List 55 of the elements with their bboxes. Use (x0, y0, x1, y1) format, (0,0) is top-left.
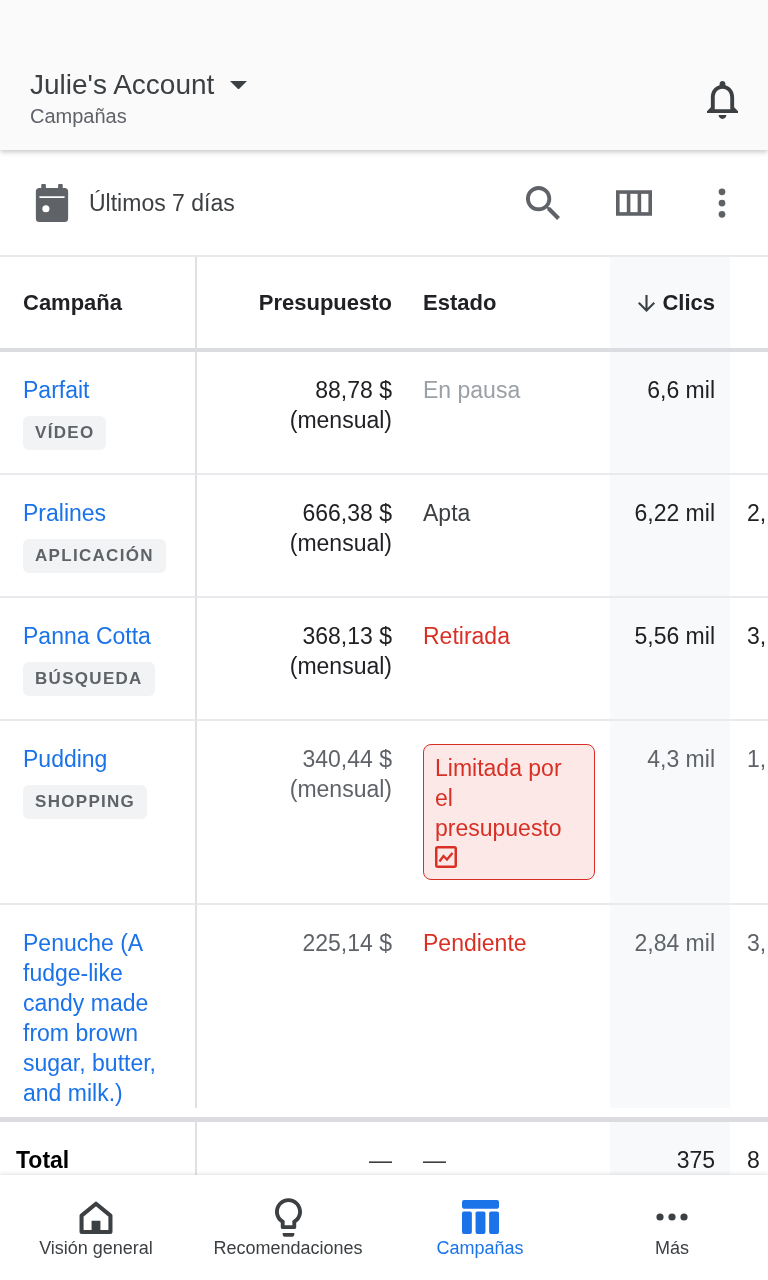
campaign-type-tag: VÍDEO (23, 416, 107, 450)
campaign-link[interactable]: Panna Cotta (23, 621, 151, 651)
status-text: Apta (423, 500, 471, 526)
partial-value: 2, (747, 500, 767, 526)
partial-value: 3, (747, 930, 767, 956)
total-label: Total (16, 1147, 70, 1173)
columns-icon[interactable] (616, 189, 652, 216)
partial-value: 1, (747, 746, 767, 772)
budget-value: 666,38 $ (mensual) (289, 499, 392, 558)
campaign-link[interactable]: Pralines (23, 498, 107, 528)
clicks-cell: 6,22 mil (610, 475, 730, 598)
home-icon (79, 1200, 113, 1234)
more-icon (656, 1213, 688, 1221)
budget-value: 88,78 $ (mensual) (289, 376, 392, 435)
nav-tab[interactable]: Campañas (384, 1175, 576, 1280)
clicks-cell: 5,56 mil (610, 598, 730, 721)
status-text: Retirada (423, 623, 510, 649)
clicks-cell: 4,3 mil (610, 721, 730, 905)
status-text: Pendiente (423, 930, 527, 956)
table-icon (461, 1200, 499, 1234)
status-text: En pausa (423, 377, 521, 403)
nav-tab[interactable]: Más (576, 1175, 768, 1280)
budget-value: 368,13 $ (mensual) (289, 622, 392, 681)
budget-value: 225,14 $ (302, 929, 392, 958)
calendar-icon (35, 183, 69, 222)
partial-value: 3, (747, 623, 767, 649)
bell-icon[interactable] (707, 81, 738, 119)
column-header[interactable]: Presupuesto (197, 257, 410, 352)
date-range-button[interactable]: Últimos 7 días (35, 183, 235, 222)
campaign-link[interactable]: Penuche (A fudge-like candy made from brown sugar, butter, and milk.) (23, 928, 180, 1108)
clicks-cell: 6,6 mil (610, 352, 730, 475)
total-status: — (423, 1147, 446, 1173)
arrow-down-icon (638, 295, 656, 312)
caret-icon (230, 80, 248, 90)
status-alert-button[interactable]: Limitada por el presupuesto (423, 744, 595, 880)
clicks-cell: 2,84 mil (610, 905, 730, 1108)
campaign-link[interactable]: Pudding (23, 744, 108, 774)
lightbulb-icon (274, 1197, 302, 1237)
campaign-type-tag: SHOPPING (23, 785, 148, 819)
more-options-icon[interactable] (718, 187, 726, 218)
column-header[interactable]: Campaña (0, 257, 197, 352)
campaign-type-tag: APLICACIÓN (23, 539, 166, 573)
campaign-link[interactable]: Parfait (23, 375, 90, 405)
total-budget: — (369, 1147, 392, 1173)
search-icon[interactable] (526, 185, 560, 220)
nav-tab[interactable]: Visión general (0, 1175, 192, 1280)
partial-value: 8 (747, 1147, 760, 1173)
column-header[interactable]: Clics (610, 257, 730, 352)
nav-tab[interactable]: Recomendaciones (192, 1175, 384, 1280)
page-subtitle: Campañas (30, 104, 127, 129)
account-switcher[interactable]: Julie's Account (30, 68, 248, 102)
total-clicks-cell: 375 (610, 1117, 730, 1175)
campaign-type-tag: BÚSQUEDA (23, 662, 155, 696)
chart-icon (435, 846, 457, 868)
budget-value: 340,44 $ (mensual) (289, 745, 392, 804)
